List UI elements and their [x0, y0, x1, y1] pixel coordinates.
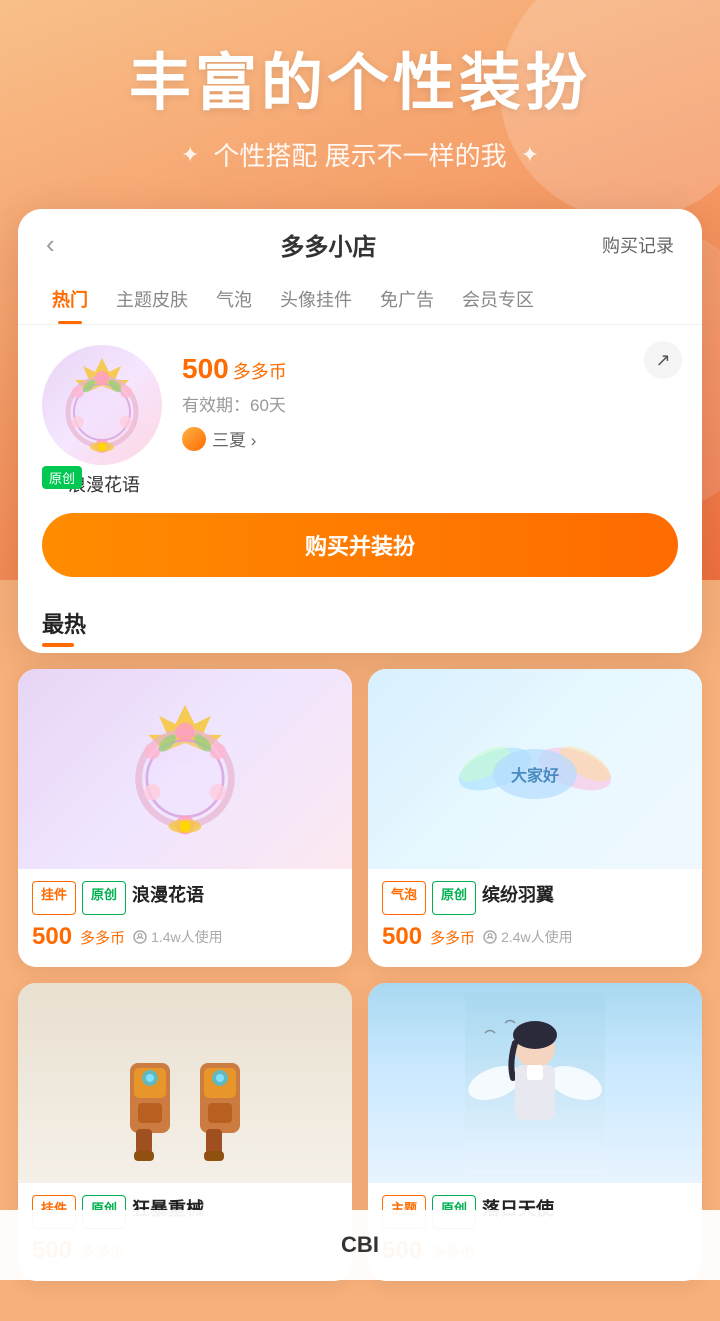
tab-noad[interactable]: 免广告 [366, 278, 448, 324]
featured-avatar-wrap: 原创 浪漫花语 [42, 345, 162, 497]
featured-avatar [42, 345, 162, 465]
product-price-1: 500 [32, 923, 72, 951]
product-name-1: 浪漫花语 [132, 881, 204, 907]
back-button[interactable]: ‹ [46, 229, 55, 260]
product-price-unit-2: 多多币 [430, 927, 475, 948]
shop-title: 多多小店 [280, 227, 376, 262]
bottom-bar: CBI [0, 1210, 720, 1280]
tab-vip[interactable]: 会员专区 [448, 278, 548, 324]
tag-type-2: 气泡 [382, 881, 426, 915]
hero-subtitle-text: 个性搭配 展示不一样的我 [213, 136, 506, 173]
featured-price: 500 [182, 353, 229, 385]
product-image-1 [18, 669, 352, 869]
author-name: 三夏 › [212, 426, 256, 451]
product-card-1[interactable]: 挂件 原创 浪漫花语 500 多多币 1.4w人使用 [18, 669, 352, 967]
hero-title: 丰富的个性装扮 [0, 50, 720, 118]
cbi-label: CBI [341, 1232, 379, 1258]
share-button[interactable]: ↗ [644, 341, 682, 379]
section-label: 最热 [18, 597, 702, 653]
author-avatar [182, 427, 206, 451]
tab-hot[interactable]: 热门 [38, 278, 102, 324]
product-image-2: 大家好 [368, 669, 702, 869]
product-body-2: 气泡 原创 缤纷羽翼 500 多多币 2.4w人使用 [368, 869, 702, 967]
tag-original-1: 原创 [82, 881, 126, 915]
tab-theme[interactable]: 主题皮肤 [102, 278, 202, 324]
product-image-3 [18, 983, 352, 1183]
tag-type-1: 挂件 [32, 881, 76, 915]
history-button[interactable]: 购买记录 [602, 232, 674, 258]
buy-button[interactable]: 购买并装扮 [42, 513, 678, 577]
sparkle-left-icon: ✦ [181, 142, 199, 168]
card-header: ‹ 多多小店 购买记录 [18, 209, 702, 272]
product-card-2[interactable]: 大家好 气泡 原创 缤纷羽翼 500 多多币 2.4w人使用 [368, 669, 702, 967]
product-price-row-2: 500 多多币 2.4w人使用 [382, 923, 688, 951]
product-image-4 [368, 983, 702, 1183]
featured-item: 原创 浪漫花语 500 多多币 有效期：60天 三夏 › ↗ [18, 325, 702, 513]
svg-text:大家好: 大家好 [511, 766, 559, 785]
tabs-row: 热门 主题皮肤 气泡 头像挂件 免广告 会员专区 [18, 272, 702, 325]
tag-original-2: 原创 [432, 881, 476, 915]
product-price-row-1: 500 多多币 1.4w人使用 [32, 923, 338, 951]
product-price-2: 500 [382, 923, 422, 951]
featured-price-unit: 多多币 [233, 358, 287, 384]
tab-bubble[interactable]: 气泡 [202, 278, 266, 324]
sparkle-right-icon: ✦ [521, 142, 539, 168]
hero-section: 丰富的个性装扮 ✦ 个性搭配 展示不一样的我 ✦ [0, 0, 720, 173]
original-badge: 原创 [42, 466, 82, 489]
featured-validity: 有效期：60天 [182, 391, 678, 416]
product-users-2: 2.4w人使用 [483, 927, 573, 947]
share-icon: ↗ [655, 350, 670, 371]
product-users-1: 1.4w人使用 [133, 927, 223, 947]
product-tags-1: 挂件 原创 浪漫花语 [32, 881, 338, 915]
shop-card: ‹ 多多小店 购买记录 热门 主题皮肤 气泡 头像挂件 免广告 会员专区 [18, 209, 702, 653]
featured-info: 500 多多币 有效期：60天 三夏 › [182, 345, 678, 451]
product-name-2: 缤纷羽翼 [482, 881, 554, 907]
featured-author[interactable]: 三夏 › [182, 426, 678, 451]
product-body-1: 挂件 原创 浪漫花语 500 多多币 1.4w人使用 [18, 869, 352, 967]
hero-subtitle: ✦ 个性搭配 展示不一样的我 ✦ [0, 136, 720, 173]
product-tags-2: 气泡 原创 缤纷羽翼 [382, 881, 688, 915]
product-price-unit-1: 多多币 [80, 927, 125, 948]
tab-avatar[interactable]: 头像挂件 [266, 278, 366, 324]
